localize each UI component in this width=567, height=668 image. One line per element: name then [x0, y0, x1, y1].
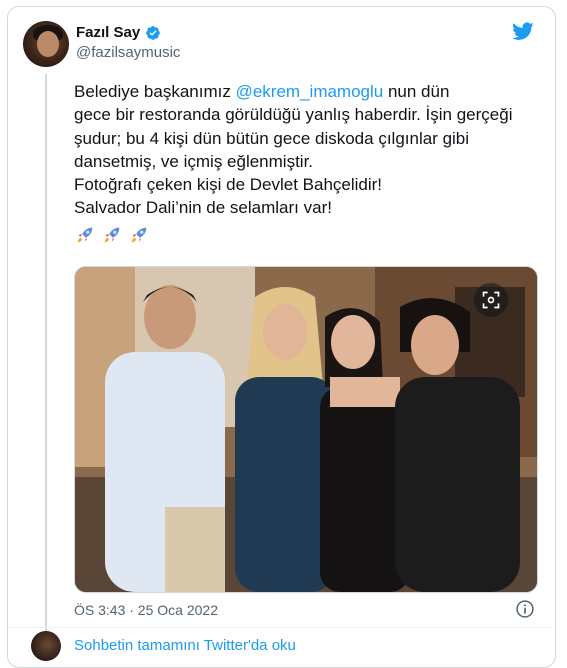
author-handle[interactable]: @fazilsaymusic [76, 44, 180, 61]
rocket-icon [77, 227, 93, 243]
author-name[interactable]: Fazıl Say [76, 24, 140, 41]
info-icon[interactable] [515, 599, 535, 619]
media-view-button[interactable] [474, 283, 508, 317]
tweet-text-part: Belediye başkanımız [74, 82, 236, 101]
media-view-icon [482, 291, 500, 309]
rocket-icon [131, 227, 147, 243]
tweet-photo[interactable] [74, 266, 538, 593]
tweet-text-part: nun dün gece bir restoranda görüldüğü ya… [74, 82, 513, 218]
tweet-timestamp[interactable]: ÖS 3:43 · 25 Oca 2022 [74, 602, 218, 618]
verified-badge-icon [146, 25, 161, 40]
photo-illustration [75, 267, 537, 592]
author-block: Fazıl Say @fazilsaymusic [76, 24, 180, 61]
mention-link[interactable]: @ekrem_imamoglu [236, 82, 384, 101]
reply-avatar[interactable] [31, 631, 61, 661]
emoji-row [74, 224, 150, 246]
tweet-text: Belediye başkanımız @ekrem_imamoglu nun … [74, 80, 534, 220]
author-avatar[interactable] [23, 21, 69, 67]
divider [8, 627, 553, 628]
twitter-bird-icon[interactable] [510, 20, 536, 42]
rocket-icon [104, 227, 120, 243]
thread-connector [45, 74, 47, 644]
